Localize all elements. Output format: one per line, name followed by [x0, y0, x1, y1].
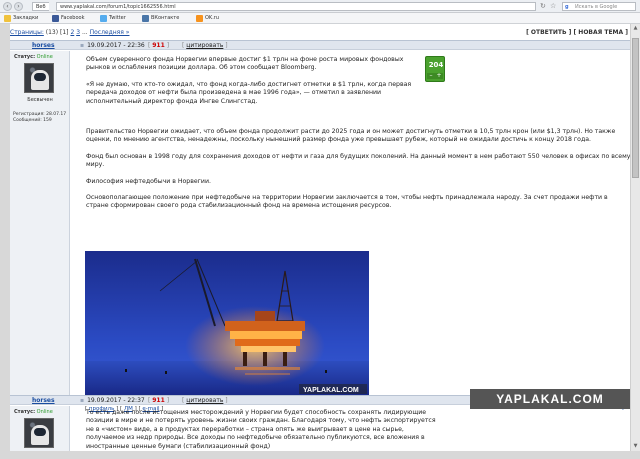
post-number[interactable]: [ 911 ] — [148, 397, 169, 404]
author-panel: Статус: Online Бесвычен Регистрация: 28.… — [10, 51, 70, 401]
reply-new-topic-links[interactable]: [ ОТВЕТИТЬ ] [ НОВАЯ ТЕМА ] — [526, 28, 628, 37]
author-panel: Статус: Online — [10, 406, 70, 451]
star-icon[interactable]: ☆ — [550, 2, 556, 11]
last-page-link[interactable]: Последняя » — [90, 29, 130, 36]
post-date: ▪ 19.09.2017 - 22:36 — [80, 42, 145, 49]
avatar[interactable] — [24, 63, 54, 93]
forward-button[interactable]: › — [14, 2, 23, 11]
user-status: Статус: Online — [14, 409, 53, 415]
post-body-wide: Правительство Норвегии ожидает, что объе… — [86, 128, 631, 219]
avatar[interactable] — [24, 418, 54, 448]
user-rank: Бесвычен — [27, 97, 53, 103]
facebook-icon — [52, 15, 59, 22]
search-input[interactable]: g Искать в Google — [562, 2, 636, 11]
rating-plus-button[interactable]: + — [435, 73, 443, 79]
scroll-up-arrow-icon[interactable]: ▲ — [632, 24, 639, 33]
user-messages: Сообщений: 159 — [13, 118, 52, 123]
post-paragraph: Фонд был основан в 1998 году для сохране… — [86, 152, 631, 169]
twitter-icon — [100, 15, 107, 22]
post-paragraph: Объем суверенного фонда Норвегии впервые… — [86, 56, 404, 72]
photo-watermark: YAPLAKAL.COM — [303, 387, 359, 394]
vk-icon — [142, 15, 149, 22]
pagination: Страницы: (13) [1] 2 3 ... Последняя » [… — [10, 28, 630, 37]
rating-minus-button[interactable]: – — [427, 73, 435, 79]
scrollbar-thumb[interactable] — [632, 38, 639, 178]
post-author[interactable]: horses — [32, 397, 55, 404]
address-bar[interactable]: www.yaplakal.com/forum1/topic1662556.htm… — [56, 2, 536, 11]
search-placeholder: Искать в Google — [575, 4, 618, 10]
google-icon: g — [565, 4, 569, 10]
bookmark-star-icon — [4, 15, 11, 22]
post-rating: 204 – + — [425, 56, 445, 82]
back-button[interactable]: ‹ — [3, 2, 12, 11]
scroll-down-arrow-icon[interactable]: ▼ — [632, 442, 639, 451]
bookmarks-bar: Закладки Facebook Twitter ВКонтакте OK.r… — [0, 13, 640, 24]
bookmark-twitter[interactable]: Twitter — [100, 14, 126, 23]
site-label: Веб — [32, 2, 49, 11]
pages-ellipsis: ... — [81, 29, 88, 36]
quote-button[interactable]: [ цитировать ] — [182, 397, 228, 404]
post-number[interactable]: [ 911 ] — [148, 42, 169, 49]
post-paragraph: Основополагающее положение при нефтедобы… — [86, 194, 608, 210]
post-body: Объем суверенного фонда Норвегии впервые… — [86, 56, 421, 114]
quote-button[interactable]: [ цитировать ] — [182, 42, 228, 49]
post-body: То есть даже после истощения месторожден… — [86, 409, 441, 459]
post-date: ▪ 19.09.2017 - 22:37 — [80, 397, 145, 404]
post-link-icon[interactable]: ▪ — [80, 397, 84, 404]
oil-platform-photo: YAPLAKAL.COM — [85, 251, 369, 403]
post-paragraph: «Я не думаю, что кто-то ожидал, что фонд… — [86, 80, 412, 105]
bookmark-bookmarks[interactable]: Закладки — [4, 14, 38, 23]
post-paragraph: Философия нефтедобычи в Норвегии. — [86, 177, 211, 185]
user-status: Статус: Online — [14, 54, 53, 60]
ok-icon — [196, 15, 203, 22]
forum-page: Страницы: (13) [1] 2 3 ... Последняя » [… — [10, 24, 630, 451]
current-page: [1] — [60, 29, 69, 36]
bookmark-facebook[interactable]: Facebook — [52, 14, 85, 23]
page-3-link[interactable]: 3 — [76, 29, 80, 36]
pages-label: Страницы: — [10, 29, 44, 36]
post-paragraph: То есть даже после истощения месторожден… — [86, 409, 436, 450]
pages-count: (13) — [45, 29, 59, 36]
site-watermark: YAPLAKAL.COM — [470, 389, 630, 409]
browser-toolbar: ‹ › Веб www.yaplakal.com/forum1/topic166… — [0, 0, 640, 13]
bookmark-ok[interactable]: OK.ru — [196, 14, 219, 23]
post-author[interactable]: horses — [32, 42, 55, 49]
post-link-icon[interactable]: ▪ — [80, 42, 84, 49]
rating-value: 204 — [428, 61, 444, 69]
bookmark-vk[interactable]: ВКонтакте — [142, 14, 179, 23]
reload-icon[interactable]: ↻ — [540, 2, 546, 11]
page-2-link[interactable]: 2 — [70, 29, 74, 36]
post-paragraph: Правительство Норвегии ожидает, что объе… — [86, 128, 616, 144]
post-header: horses ▪ 19.09.2017 - 22:36 [ 911 ] [ цит… — [10, 40, 630, 50]
page-scrollbar[interactable]: ▲ ▼ — [630, 24, 640, 451]
